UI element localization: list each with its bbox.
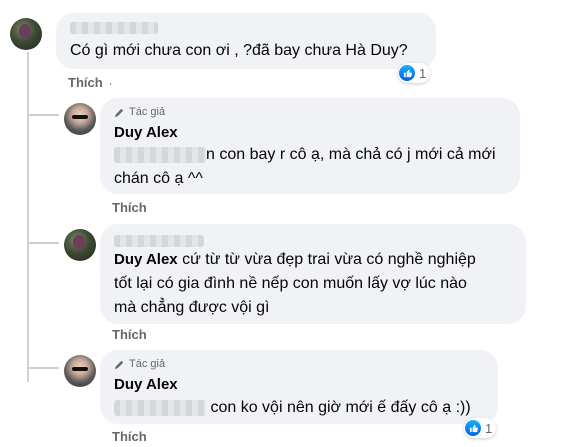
reaction-summary[interactable]: 1 (464, 418, 497, 438)
comment-text: Có gì mới chưa con ơi , ?đã bay chưa Hà … (70, 42, 408, 59)
comment-bubble: Duy Alex cứ từ từ vừa đẹp trai vừa có ng… (100, 224, 526, 324)
author-badge: Tác giả (114, 358, 165, 370)
like-button[interactable]: Thích (112, 200, 147, 215)
commenter-name[interactable]: Duy Alex (114, 376, 178, 393)
mention-redacted (114, 146, 206, 163)
thread-line-branch (27, 242, 59, 244)
thread-line-branch (27, 367, 59, 369)
pencil-icon (114, 108, 124, 117)
like-reaction-icon (399, 65, 415, 81)
like-button[interactable]: Thích (112, 429, 147, 444)
like-button[interactable]: Thích · (68, 75, 113, 90)
avatar[interactable] (64, 103, 96, 135)
comment-bubble: Tác giả Duy Alex con ko vội nên giờ mới … (100, 350, 498, 424)
comment-text-line2: chán cô ạ ^^ (114, 170, 203, 187)
reaction-count: 1 (485, 420, 493, 436)
author-badge: Tác giả (114, 106, 165, 118)
comment-text-line2: tốt lại có gia đình nề nếp con muốn lấy … (114, 275, 467, 292)
avatar[interactable] (10, 18, 42, 50)
reaction-count: 1 (419, 65, 427, 81)
like-reaction-icon (465, 420, 481, 436)
comment-text: Duy Alex cứ từ từ vừa đẹp trai vừa có ng… (114, 251, 476, 268)
avatar[interactable] (64, 355, 96, 387)
mention-tag[interactable]: Duy Alex (114, 251, 178, 268)
comment-text: con ko vội nên giờ mới ế đấy cô ạ :)) (114, 396, 471, 420)
commenter-name[interactable]: Duy Alex (114, 124, 178, 141)
comment-text-line3: mà chẳng được vội gì (114, 299, 270, 316)
comment-bubble: Có gì mới chưa con ơi , ?đã bay chưa Hà … (56, 13, 436, 69)
thread-line (27, 52, 29, 382)
thread-line-branch (27, 114, 59, 116)
mention-redacted (114, 399, 206, 416)
commenter-name-redacted[interactable] (70, 19, 158, 37)
comment-text: n con bay r cô ạ, mà chả có j mới cả mới (114, 143, 496, 167)
avatar[interactable] (64, 229, 96, 261)
reaction-summary[interactable]: 1 (398, 63, 431, 83)
like-button[interactable]: Thích (112, 327, 147, 342)
pencil-icon (114, 360, 124, 369)
comment-bubble: Tác giả Duy Alex n con bay r cô ạ, mà ch… (100, 98, 520, 194)
